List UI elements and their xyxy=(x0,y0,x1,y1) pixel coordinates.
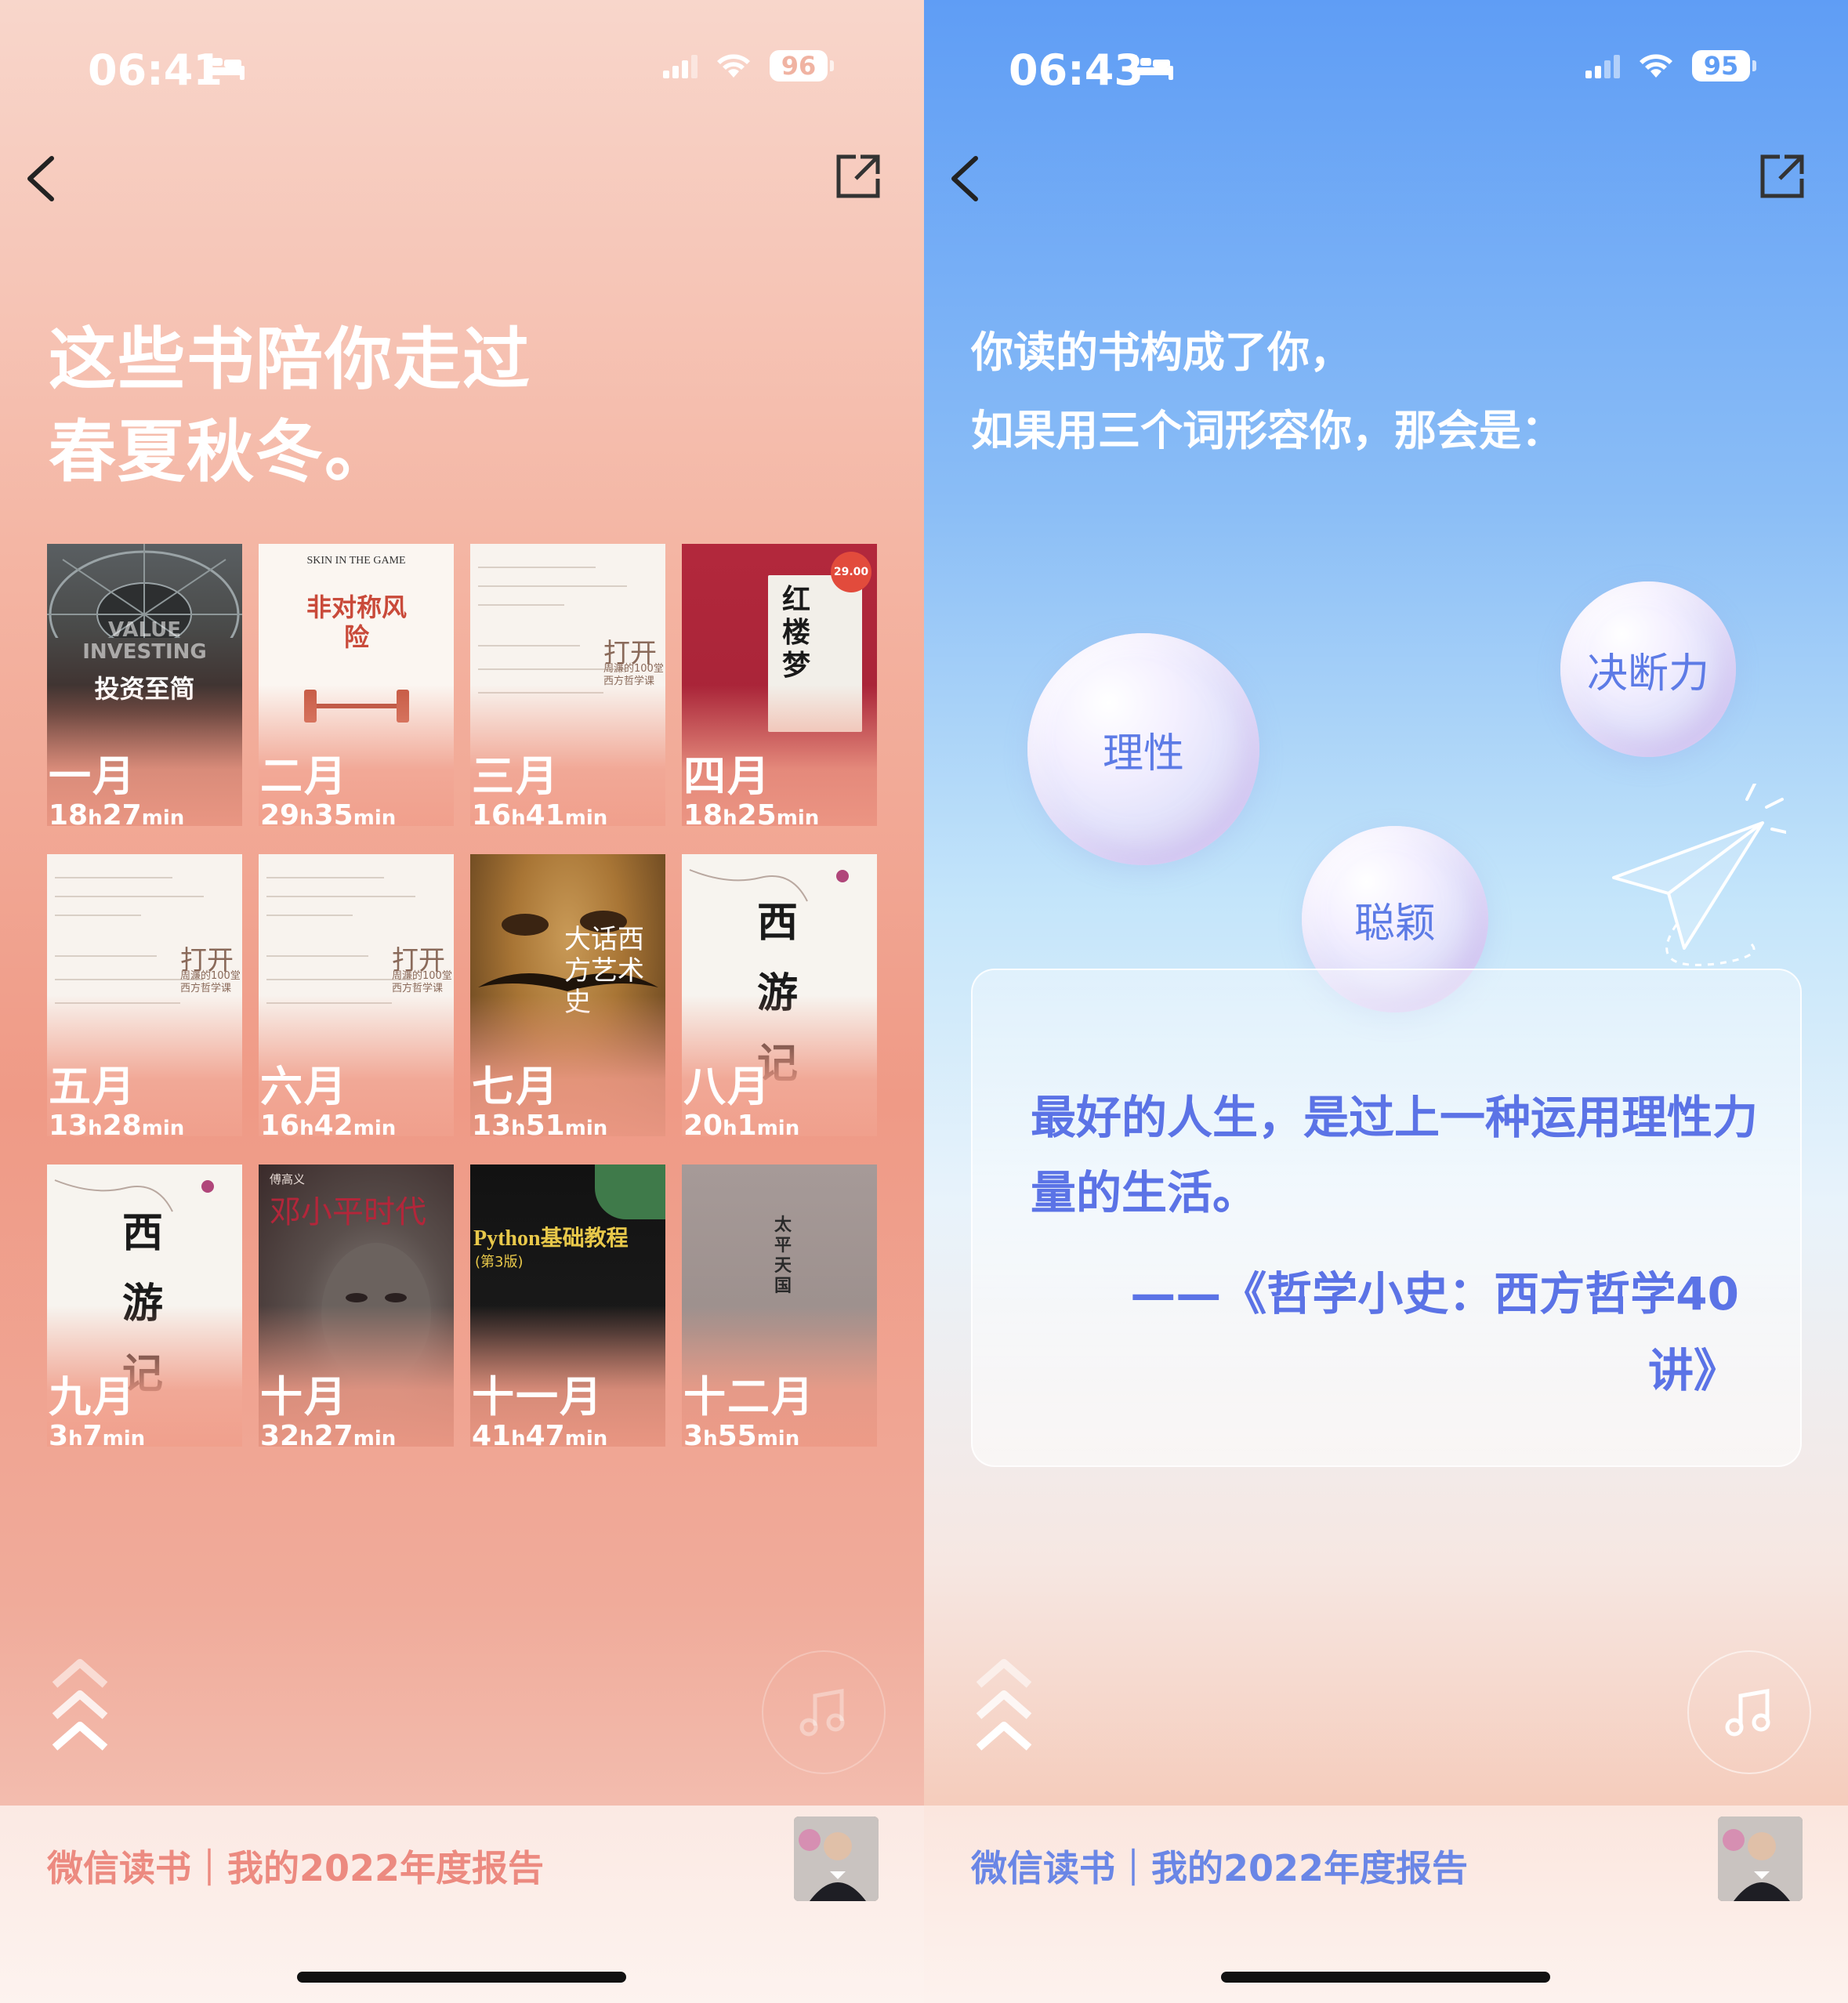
status-time: 06:43 xyxy=(1009,45,1143,95)
book-tile[interactable]: 傅高义 邓小平时代 十月 32h27min xyxy=(259,1164,454,1447)
avatar-graphic xyxy=(1718,1816,1803,1901)
cover-title: 太平天国 xyxy=(774,1215,792,1295)
home-indicator[interactable] xyxy=(297,1972,626,1983)
month-label: 一月 xyxy=(49,752,136,801)
wifi-icon xyxy=(1640,54,1672,78)
keyword-bubble[interactable]: 决断力 xyxy=(1560,581,1736,757)
avatar-graphic xyxy=(794,1816,879,1901)
cover-subtitle: 周濂的100堂西方哲学课 xyxy=(392,970,452,994)
headline-line-1: 这些书陪你走过 xyxy=(49,321,531,399)
month-label: 七月 xyxy=(472,1062,560,1111)
month-label: 八月 xyxy=(683,1062,771,1111)
book-tile[interactable]: VALUE INVESTING 投资至简 一月 18h27min xyxy=(47,544,242,826)
bed-icon xyxy=(1132,55,1173,80)
footer-title: 微信读书｜我的2022年度报告 xyxy=(47,1847,545,1889)
month-label: 四月 xyxy=(683,752,771,801)
share-icon[interactable] xyxy=(1756,150,1808,202)
book-tile[interactable]: Python基础教程 (第3版) 十一月 41h47min xyxy=(470,1164,665,1447)
scroll-up-icon[interactable] xyxy=(50,1658,110,1760)
cover-subtitle: SKIN IN THE GAME xyxy=(306,555,406,567)
home-indicator[interactable] xyxy=(1221,1972,1550,1983)
book-grid: VALUE INVESTING 投资至简 一月 18h27min SKIN IN… xyxy=(47,544,878,1447)
book-tile[interactable]: SKIN IN THE GAME 非对称风险 二月 29h35min xyxy=(259,544,454,826)
right-screen: 06:43 95 你读的书构成了你， 如果用三个词形容你，那会是： 理性 决断力 xyxy=(924,0,1848,2003)
footer: 微信读书｜我的2022年度报告 xyxy=(924,1806,1848,2003)
back-chevron-icon[interactable] xyxy=(941,149,988,208)
music-note-icon xyxy=(799,1689,845,1737)
question-line-2: 如果用三个词形容你，那会是： xyxy=(971,406,1564,455)
book-tile[interactable]: 太平天国 十二月 3h55min xyxy=(682,1164,877,1447)
wifi-icon xyxy=(717,54,750,78)
cover-subtitle: VALUE INVESTING xyxy=(82,618,207,664)
month-label: 二月 xyxy=(260,752,348,801)
battery-icon: 96 xyxy=(770,50,834,81)
book-tile[interactable]: 红楼梦 29.00 四月 18h25min xyxy=(682,544,877,826)
reading-duration: 3h7min xyxy=(49,1420,146,1447)
cover-title: 邓小平时代 xyxy=(270,1194,426,1230)
month-label: 十月 xyxy=(260,1372,348,1422)
status-indicators: 96 xyxy=(663,50,834,81)
cover-subtitle: 周濂的100堂西方哲学课 xyxy=(180,970,241,994)
month-label: 三月 xyxy=(472,752,560,801)
battery-icon: 95 xyxy=(1692,50,1756,81)
month-label: 九月 xyxy=(49,1372,136,1422)
reading-duration: 20h1min xyxy=(683,1110,800,1136)
quote-card: 最好的人生，是过上一种运用理性力量的生活。 ——《哲学小史：西方哲学40讲》 xyxy=(971,969,1802,1467)
book-tile[interactable]: 打开 周濂的100堂西方哲学课 六月 16h42min xyxy=(259,854,454,1136)
question-line-1: 你读的书构成了你， xyxy=(971,328,1352,377)
reading-duration: 16h41min xyxy=(472,799,608,826)
signal-icon xyxy=(1585,55,1620,78)
quote-source: ——《哲学小史：西方哲学40讲》 xyxy=(1130,1267,1739,1397)
reading-duration: 13h51min xyxy=(472,1110,608,1136)
price-badge: 29.00 xyxy=(831,552,871,592)
cover-subtitle: 傅高义 xyxy=(270,1172,306,1186)
book-tile[interactable]: 打开 周濂的100堂西方哲学课 五月 13h28min xyxy=(47,854,242,1136)
question-heading: 你读的书构成了你， 如果用三个词形容你，那会是： xyxy=(971,313,1564,470)
book-tile[interactable]: 大话西方艺术史 七月 13h51min xyxy=(470,854,665,1136)
reading-duration: 41h47min xyxy=(472,1420,608,1447)
reading-duration: 16h42min xyxy=(260,1110,397,1136)
book-tile[interactable]: 打开 周濂的100堂西方哲学课 三月 16h41min xyxy=(470,544,665,826)
bed-icon xyxy=(204,55,245,80)
signal-icon xyxy=(663,55,698,78)
month-label: 十一月 xyxy=(472,1372,603,1422)
reading-duration: 29h35min xyxy=(260,799,397,826)
music-button[interactable] xyxy=(1687,1650,1811,1774)
cover-title: 红楼梦 xyxy=(782,584,811,681)
quote-text: 最好的人生，是过上一种运用理性力量的生活。 xyxy=(1031,1091,1759,1219)
status-indicators: 95 xyxy=(1585,50,1756,81)
cover-title: Python基础教程 xyxy=(473,1226,629,1251)
back-chevron-icon[interactable] xyxy=(17,149,64,208)
cover-title: 非对称风险 xyxy=(306,592,407,652)
left-screen: 06:41 96 这些书陪你走过 春夏秋冬。 VALUE INVESTING 一… xyxy=(0,0,924,2003)
avatar[interactable] xyxy=(1718,1816,1803,1901)
book-tile[interactable]: 西游记 八月 20h1min xyxy=(682,854,877,1136)
paper-plane-icon xyxy=(1612,784,1786,966)
headline-line-2: 春夏秋冬。 xyxy=(49,413,393,491)
avatar[interactable] xyxy=(794,1816,879,1901)
keyword-bubble[interactable]: 理性 xyxy=(1027,633,1259,865)
reading-duration: 13h28min xyxy=(49,1110,185,1136)
reading-duration: 18h27min xyxy=(49,799,185,826)
scroll-up-icon[interactable] xyxy=(974,1658,1034,1760)
footer: 微信读书｜我的2022年度报告 xyxy=(0,1806,924,2003)
music-note-icon xyxy=(1725,1689,1770,1737)
share-icon[interactable] xyxy=(832,150,884,202)
reading-duration: 18h25min xyxy=(683,799,820,826)
footer-title: 微信读书｜我的2022年度报告 xyxy=(971,1847,1469,1889)
cover-subtitle: (第3版) xyxy=(475,1254,524,1270)
month-label: 五月 xyxy=(49,1062,136,1111)
reading-duration: 32h27min xyxy=(260,1420,397,1447)
headline: 这些书陪你走过 春夏秋冬。 xyxy=(49,313,531,498)
music-button[interactable] xyxy=(762,1650,886,1774)
book-tile[interactable]: 西游记 九月 3h7min xyxy=(47,1164,242,1447)
month-label: 六月 xyxy=(260,1062,348,1111)
reading-duration: 3h55min xyxy=(683,1420,800,1447)
month-label: 十二月 xyxy=(683,1372,815,1422)
